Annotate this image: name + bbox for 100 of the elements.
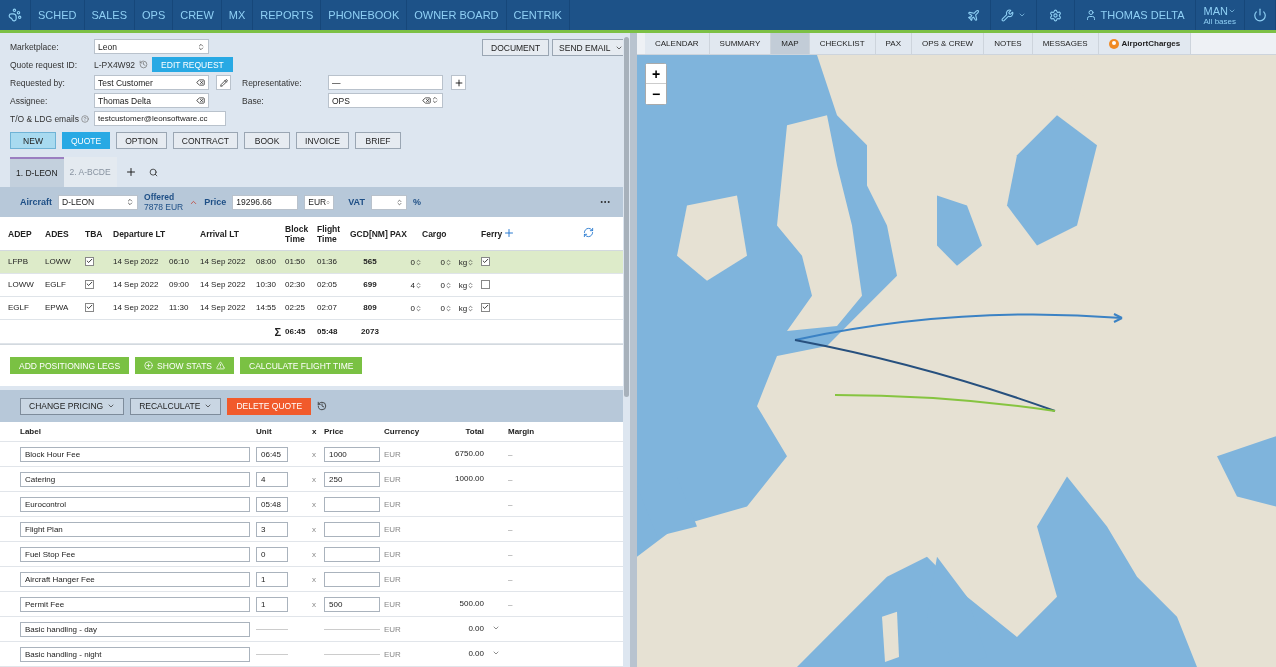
base-selector[interactable]: MAN [1203, 4, 1228, 17]
map-tab[interactable]: MAP [771, 33, 810, 54]
unit-field[interactable]: 1 [256, 596, 288, 612]
price-field[interactable] [324, 546, 380, 562]
label-field[interactable]: Aircraft Hanger Fee [20, 571, 250, 587]
cargo-spinner[interactable]: 0 [440, 303, 445, 313]
map-tab[interactable]: NOTES [984, 33, 1033, 54]
column-header: Arrival LT [200, 228, 241, 239]
table-cell-text: 08:00 [256, 257, 278, 268]
cargo-spinner[interactable]: 0 [440, 280, 445, 290]
aircraft-select[interactable]: D-LEON [58, 194, 138, 210]
table-cell-text: 10:30 [256, 280, 278, 291]
nav-item[interactable]: OPS [135, 0, 174, 30]
send-email-button[interactable]: SEND EMAIL [552, 39, 623, 56]
checkbox[interactable] [85, 279, 94, 289]
edit-button[interactable] [216, 75, 231, 90]
table-cell-text: EGLF [45, 280, 67, 291]
price-field[interactable]: 19296.66 [232, 194, 299, 210]
unit-select[interactable]: kg [458, 280, 468, 290]
price-field[interactable] [324, 496, 380, 512]
column-header: Cargo [422, 228, 448, 239]
clear-icon [196, 96, 205, 105]
price-field[interactable]: 1000 [324, 446, 380, 462]
cargo-spinner[interactable]: 0 [440, 257, 445, 267]
user-name[interactable]: THOMAS DELTA [1100, 9, 1185, 21]
base-note: All bases [1203, 16, 1236, 26]
unit-field[interactable]: 1 [256, 571, 288, 587]
stage-button[interactable]: OPTION [116, 132, 167, 149]
aircraft-tab[interactable]: 1. D-LEON [10, 157, 64, 188]
unit-select[interactable]: kg [458, 303, 468, 313]
nav-item[interactable]: PHONEBOOK [321, 0, 408, 30]
representative-field[interactable]: — [328, 75, 443, 90]
checkbox[interactable] [481, 279, 490, 289]
updown-icon [467, 304, 475, 312]
add-button[interactable] [451, 75, 466, 90]
column-header: Flight Time [317, 223, 342, 244]
table-cell-text: 06:10 [169, 257, 191, 268]
pax-spinner[interactable]: 0 [410, 257, 415, 267]
margin-text: – [508, 549, 514, 559]
currency-text: EUR [384, 574, 402, 584]
map-tab[interactable]: SUMMARY [709, 33, 772, 54]
label-field[interactable]: Basic handling - day [20, 621, 250, 637]
table-cell-text: LFPB [8, 257, 29, 268]
price-field[interactable]: 250 [324, 471, 380, 487]
price-field[interactable] [324, 571, 380, 587]
checkbox[interactable] [481, 302, 490, 312]
nav-item[interactable]: OWNER BOARD [407, 0, 507, 30]
map-tab[interactable]: OPS & CREW [912, 33, 985, 54]
pax-spinner[interactable]: 0 [410, 303, 415, 313]
zoom-in-button[interactable]: + [646, 64, 666, 84]
add-leg-icon [503, 226, 515, 239]
label-field[interactable]: Basic handling - night [20, 646, 250, 662]
price-field[interactable]: 500 [324, 596, 380, 612]
label-field[interactable]: Eurocontrol [20, 496, 250, 512]
base-select[interactable]: OPS [328, 93, 443, 108]
checkbox[interactable] [85, 256, 94, 266]
label-field[interactable]: Permit Fee [20, 596, 250, 612]
map-tab[interactable]: CHECKLIST [809, 33, 876, 54]
emails-field[interactable]: testcustomer@leonsoftware.cc [94, 111, 226, 126]
vat-field[interactable] [370, 194, 407, 210]
nav-item[interactable]: CENTRIK [506, 0, 570, 30]
plane-icon [966, 8, 980, 22]
label-field[interactable]: Catering [20, 471, 250, 487]
label-field[interactable]: Fuel Stop Fee [20, 546, 250, 562]
label-field[interactable]: Flight Plan [20, 521, 250, 537]
menu-button[interactable]: CHANGE PRICING [20, 397, 125, 415]
requested-by-field[interactable]: Test Customer [94, 75, 209, 90]
checkbox[interactable] [481, 256, 490, 266]
nav-item[interactable]: CREW [173, 0, 222, 30]
stage-button[interactable]: BOOK [244, 132, 291, 149]
nav-item[interactable]: REPORTS [253, 0, 322, 30]
stage-button[interactable]: INVOICE [296, 132, 349, 149]
map-tab[interactable]: AirportCharges [1098, 33, 1192, 54]
unit-field[interactable]: 05:48 [256, 496, 288, 512]
unit-field[interactable]: 06:45 [256, 446, 288, 462]
nav-item[interactable]: SCHED [31, 0, 85, 30]
marketplace-select[interactable]: Leon [94, 39, 209, 54]
price-field[interactable] [324, 521, 380, 537]
map-tab[interactable]: PAX [875, 33, 912, 54]
label-field[interactable]: Block Hour Fee [20, 446, 250, 462]
unit-select[interactable]: kg [458, 257, 468, 267]
unit-field[interactable]: 4 [256, 471, 288, 487]
stage-button[interactable]: CONTRACT [172, 132, 239, 149]
menu-button[interactable]: RECALCULATE [130, 397, 222, 415]
updown-icon [126, 198, 134, 207]
stage-button[interactable]: NEW [10, 132, 56, 149]
leg-row[interactable]: LFPB LOWW 14 Sep 2022 06:10 14 Sep 2022 08:00 01:50 01:36 565 0 0 kg [0, 251, 623, 275]
currency-select[interactable]: EUR [304, 194, 335, 210]
checkbox[interactable] [85, 302, 94, 312]
stage-button[interactable]: BRIEF [355, 132, 401, 149]
document-button[interactable]: DOCUMENT [482, 39, 550, 56]
nav-item[interactable]: MX [221, 0, 254, 30]
map-tab[interactable]: CALENDAR [645, 33, 710, 54]
assignee-field[interactable]: Thomas Delta [94, 93, 209, 108]
map-tab[interactable]: MESSAGES [1032, 33, 1099, 54]
unit-field[interactable]: 3 [256, 521, 288, 537]
table-cell-text: 2073 [360, 326, 380, 337]
pax-spinner[interactable]: 4 [410, 280, 415, 290]
unit-field[interactable]: 0 [256, 546, 288, 562]
nav-item[interactable]: SALES [84, 0, 135, 30]
